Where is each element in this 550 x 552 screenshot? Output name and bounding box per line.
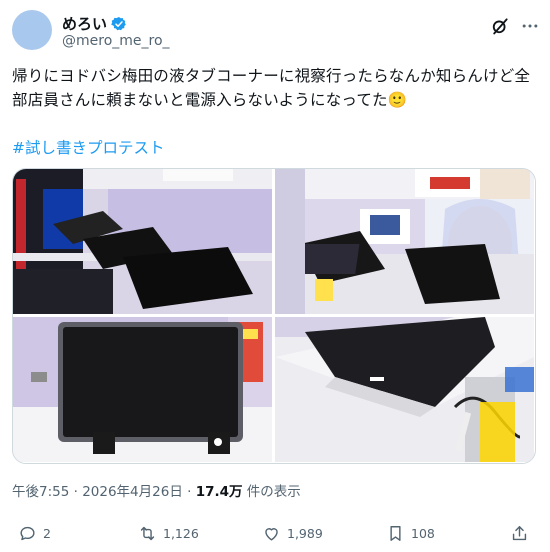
- photo-1[interactable]: [13, 169, 272, 314]
- tweet-text-line-1: 帰りにヨドバシ梅田の液タブコーナーに視察行ったらなんか知らんけど全: [12, 67, 531, 85]
- like-button[interactable]: 1,989: [262, 524, 323, 543]
- repost-icon: [140, 526, 155, 541]
- photo-3[interactable]: [13, 317, 272, 462]
- share-button[interactable]: [510, 524, 529, 543]
- meta-separator: ·: [69, 484, 83, 500]
- repost-button[interactable]: 1,126: [138, 524, 199, 543]
- tweet-meta: 午後7:55 · 2026年4月26日 · 17.4万 件の表示: [12, 480, 301, 500]
- tweet-text: 帰りにヨドバシ梅田の液タブコーナーに視察行ったらなんか知らんけど全 部店員さんに…: [12, 64, 538, 112]
- tweet-time[interactable]: 午後7:55: [12, 484, 69, 500]
- share-icon: [512, 526, 527, 541]
- tweet-date[interactable]: 2026年4月26日: [82, 484, 183, 500]
- reply-icon: [20, 526, 35, 541]
- heart-icon: [265, 528, 278, 541]
- media-grid: [12, 168, 536, 464]
- author-display-name[interactable]: めろい: [62, 13, 107, 34]
- views-label: 件の表示: [242, 484, 301, 500]
- ellipsis-icon: [522, 24, 538, 28]
- photo-4-image: [275, 317, 534, 462]
- grok-glyph-icon: [492, 18, 508, 35]
- bookmark-count: 108: [411, 526, 435, 541]
- grok-icon[interactable]: [488, 14, 512, 38]
- action-bar: 2 1,126 1,989 108: [12, 524, 538, 546]
- hashtag-link[interactable]: #試し書きプロテスト: [12, 136, 165, 158]
- repost-count: 1,126: [163, 526, 199, 541]
- avatar[interactable]: [12, 10, 52, 50]
- author-handle[interactable]: @mero_me_ro_: [62, 33, 170, 49]
- verified-badge-icon: [111, 16, 126, 30]
- reply-count: 2: [43, 526, 51, 541]
- like-count: 1,989: [287, 526, 323, 541]
- views-count: 17.4万: [195, 484, 243, 500]
- author-name-row: めろい: [62, 13, 127, 34]
- photo-2[interactable]: [275, 169, 534, 314]
- photo-1-image: [13, 169, 272, 314]
- reply-button[interactable]: 2: [18, 524, 51, 543]
- meta-separator-2: ·: [182, 484, 196, 500]
- tweet-text-line-2: 部店員さんに頼まないと電源入らないようになってた🙂: [12, 91, 408, 109]
- bookmark-button[interactable]: 108: [386, 524, 435, 543]
- photo-4[interactable]: [275, 317, 534, 462]
- photo-2-image: [275, 169, 534, 314]
- more-options-icon[interactable]: [518, 14, 542, 38]
- bookmark-icon: [390, 526, 401, 541]
- tweet-header: めろい @mero_me_ro_: [12, 10, 538, 58]
- photo-3-image: [13, 317, 272, 462]
